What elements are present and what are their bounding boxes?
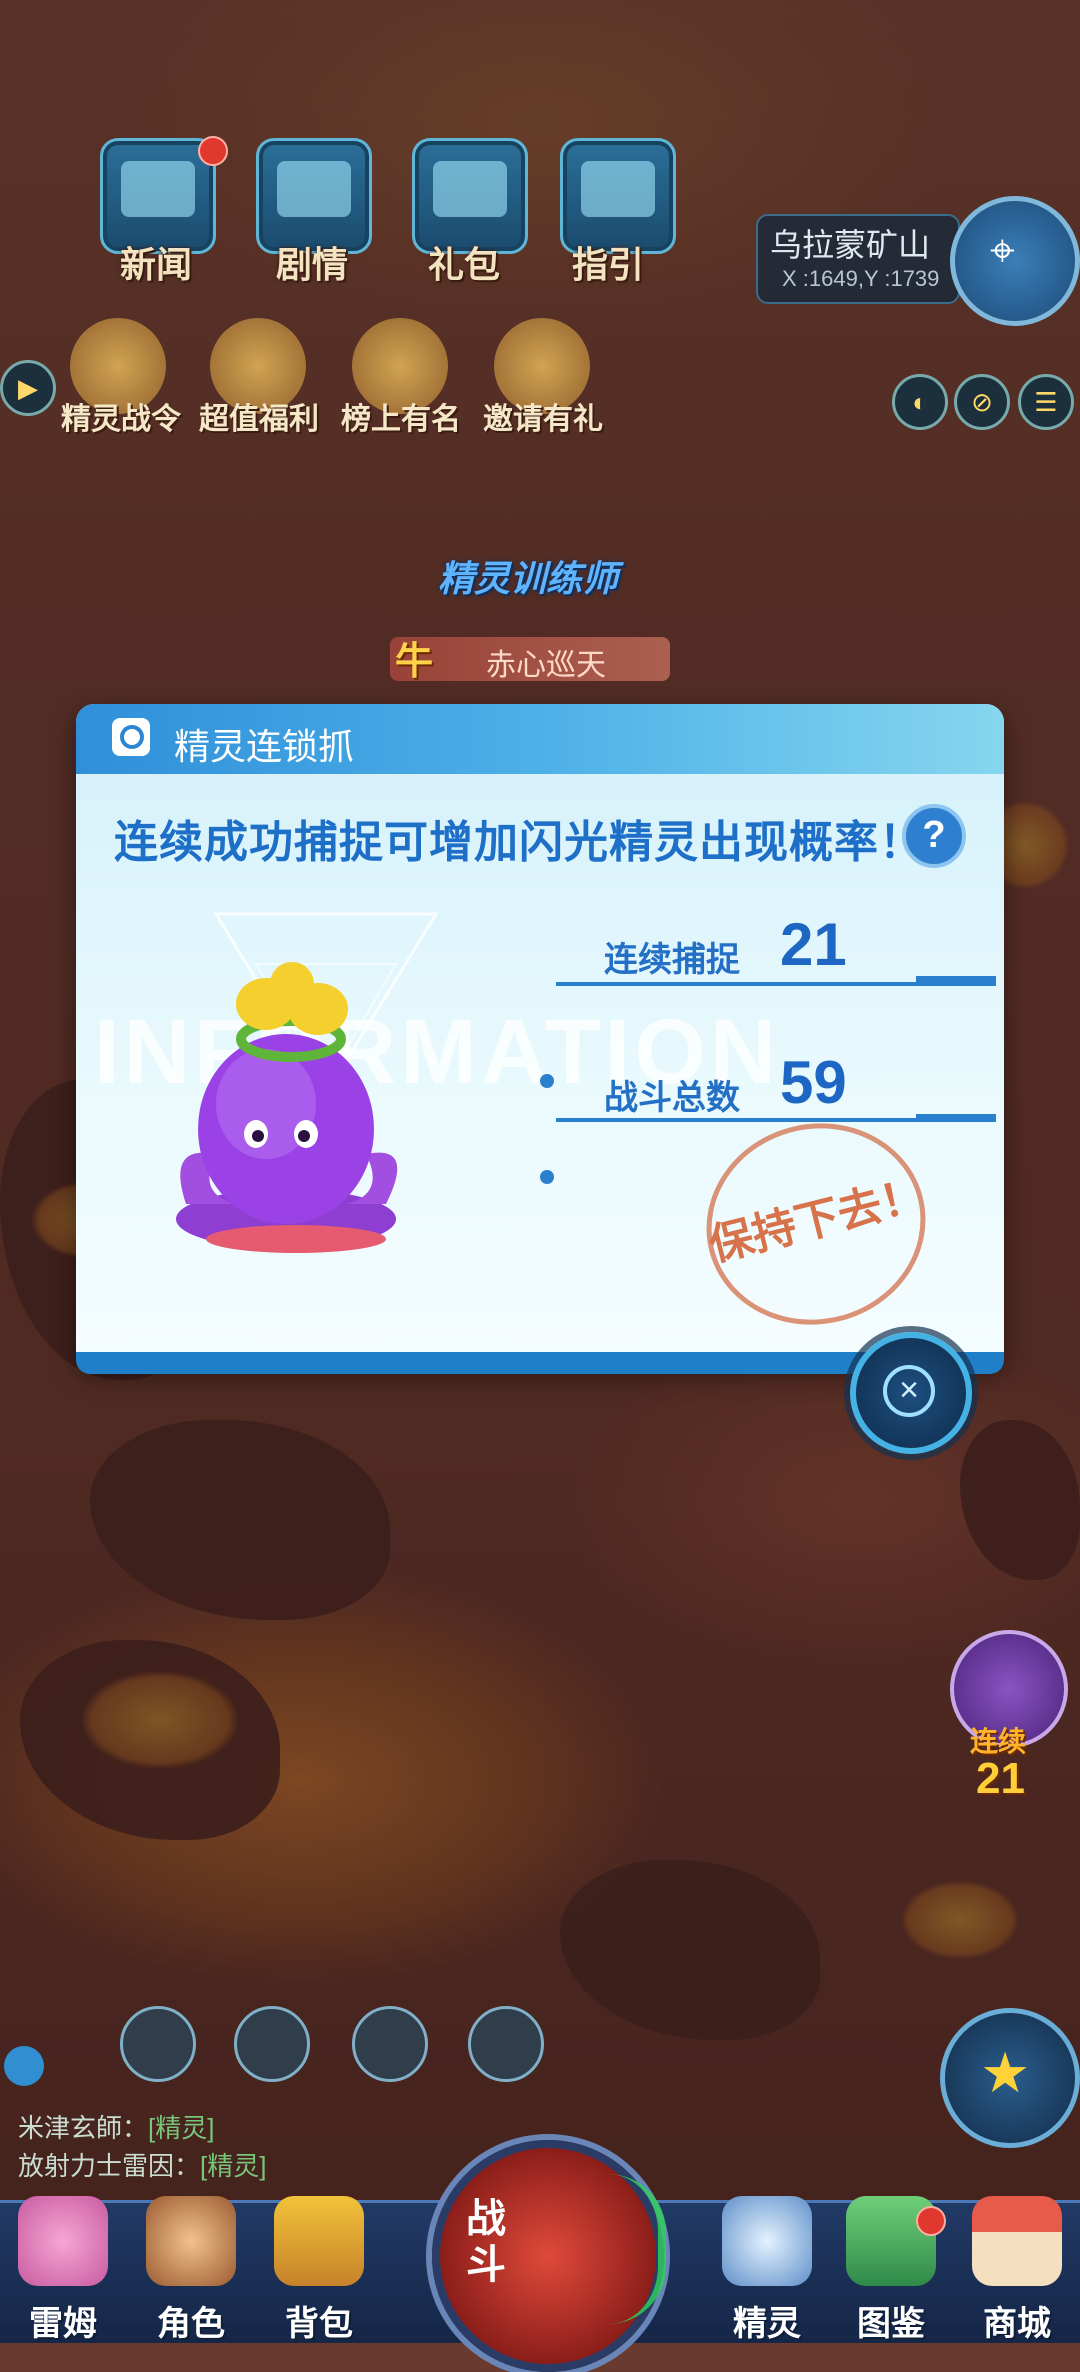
divider-accent — [916, 976, 996, 984]
search-icon — [112, 718, 150, 756]
dock-item-bag[interactable] — [264, 2196, 374, 2296]
chat-content[interactable]: [精灵] — [200, 2151, 266, 2181]
dialog-body: 连续成功捕捉可增加闪光精灵出现概率！ ? INFORMATION 连续捕捉 21… — [76, 774, 1004, 1368]
chain-capture-value: 21 — [780, 911, 847, 978]
mute-icon[interactable]: ⊘ — [954, 374, 1010, 430]
chat-message: 米津玄師：[精灵] — [18, 2108, 214, 2145]
quick-action-button-2[interactable] — [234, 2006, 310, 2082]
dock-label-spirit: 精灵 — [733, 2305, 801, 2343]
map-pin-icon: ⌖ — [990, 226, 1015, 275]
dialog-headline: 连续成功捕捉可增加闪光精灵出现概率！ — [114, 818, 924, 867]
total-battles-label: 战斗总数 — [604, 1079, 740, 1117]
divider-dot — [540, 1074, 554, 1088]
total-battles-value: 59 — [780, 1049, 847, 1116]
chain-capture-dialog: 精灵连锁抓 连续成功捕捉可增加闪光精灵出现概率！ ? INFORMATION 连… — [76, 704, 1004, 1368]
leaderboard-label: 榜上有名 — [341, 403, 461, 436]
news-badge — [198, 136, 228, 166]
dock-item-leimu[interactable] — [8, 2196, 118, 2296]
chain-capture-label: 连续捕捉 — [604, 941, 740, 979]
player-name: 赤心巡天 — [486, 649, 606, 682]
dock-label-character: 角色 — [157, 2305, 225, 2343]
character-avatar-icon — [146, 2196, 236, 2286]
gift-label: 礼包 — [427, 244, 500, 285]
quick-action-button-4[interactable] — [468, 2006, 544, 2082]
chat-message: 放射力士雷因：[精灵] — [18, 2146, 266, 2183]
list-icon[interactable]: ☰ — [1018, 374, 1074, 430]
quick-action-button-3[interactable] — [352, 2006, 428, 2082]
backpack-icon — [274, 2196, 364, 2286]
dock-item-shop[interactable] — [962, 2196, 1072, 2296]
location-coordinates: X :1649,Y :1739 — [782, 266, 940, 291]
divider-accent — [916, 1114, 996, 1122]
dock-label-bag: 背包 — [285, 2305, 353, 2343]
dock-label-codex: 图鉴 — [857, 2305, 925, 2343]
chat-content[interactable]: [精灵] — [148, 2113, 214, 2143]
guide-label: 指引 — [571, 244, 644, 285]
expand-arrow-icon[interactable]: ▶ — [0, 360, 56, 416]
dock-label-leimu: 雷姆 — [29, 2305, 97, 2343]
story-label: 剧情 — [275, 244, 348, 285]
battle-label: 战斗 — [466, 2197, 506, 2287]
location-name: 乌拉蒙矿山 — [770, 227, 931, 263]
dock-item-spirit[interactable] — [712, 2196, 822, 2296]
chat-sender: 放射力士雷因： — [18, 2151, 201, 2181]
map-button[interactable] — [950, 196, 1080, 326]
dialog-header: 精灵连锁抓 — [76, 704, 1004, 774]
chat-sender: 米津玄師： — [18, 2113, 149, 2143]
invite-label: 邀请有礼 — [483, 403, 603, 436]
help-button[interactable]: ? — [902, 804, 966, 868]
close-button[interactable]: × — [850, 1332, 972, 1454]
dock-item-character[interactable] — [136, 2196, 246, 2296]
sound-icon[interactable]: ◐ — [892, 374, 948, 430]
chat-bubble-icon[interactable] — [4, 2046, 44, 2086]
streak-count: 21 — [976, 1754, 1025, 1803]
battle-pass-label: 精灵战令 — [61, 403, 181, 436]
welfare-label: 超值福利 — [199, 403, 319, 436]
shop-store-icon — [972, 2196, 1062, 2286]
divider-dot — [540, 1170, 554, 1184]
quick-action-button-1[interactable] — [120, 2006, 196, 2082]
player-rank-badge: 牛 — [395, 641, 434, 683]
spirit-creature-icon — [722, 2196, 812, 2286]
purple-octopus-creature — [176, 962, 398, 1253]
star-icon: ★ — [980, 2041, 1031, 2104]
codex-badge — [916, 2206, 946, 2236]
player-title: 精灵训练师 — [438, 558, 619, 599]
dock-label-shop: 商城 — [983, 2305, 1051, 2343]
dialog-title: 精灵连锁抓 — [174, 726, 355, 767]
news-label: 新闻 — [119, 244, 192, 285]
pet-avatar-icon — [18, 2196, 108, 2286]
close-icon: × — [883, 1365, 935, 1417]
